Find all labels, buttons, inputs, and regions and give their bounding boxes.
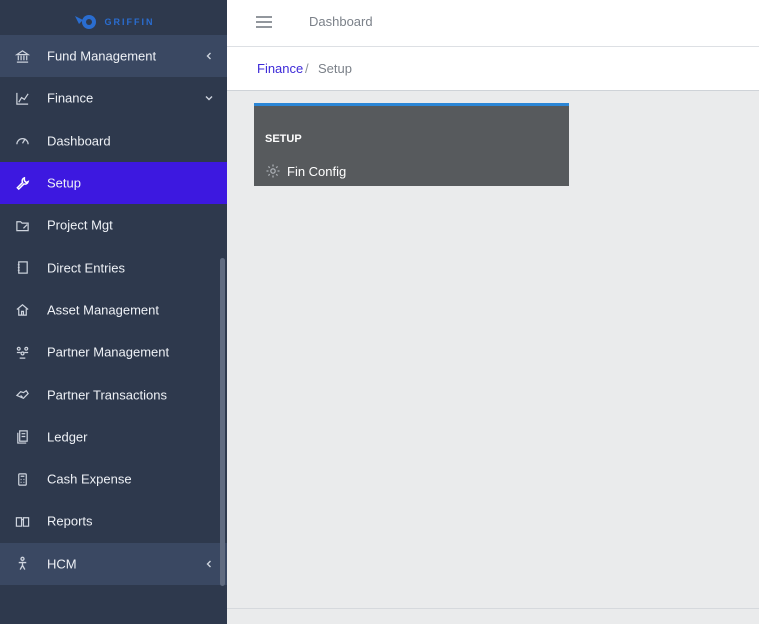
sidebar-item-setup[interactable]: Setup [0,161,227,205]
chevron-left-icon [205,560,213,568]
sidebar-nav: Fund Management Finance Dashboard Setup … [0,35,227,585]
sidebar-item-hcm[interactable]: HCM [0,542,227,585]
calculator-icon [14,471,30,487]
sidebar-item-partner-transactions[interactable]: Partner Transactions [0,373,227,415]
house-icon [14,302,30,318]
sidebar-item-asset-management[interactable]: Asset Management [0,289,227,331]
book-icon [14,513,30,529]
sidebar-item-label: Asset Management [47,302,160,318]
sidebar-item-label: HCM [47,556,77,572]
sidebar-item-label: Finance [47,90,94,106]
breadcrumb-item-finance[interactable]: Finance [257,61,303,76]
sidebar-item-label: Direct Entries [47,260,126,276]
chevron-down-icon [205,94,213,102]
sidebar-item-label: Cash Expense [47,471,132,487]
griffin-logo-icon [74,15,96,29]
sidebar-item-partner-management[interactable]: Partner Management [0,331,227,373]
breadcrumb-item-setup: Setup [318,61,352,76]
person-icon [14,556,30,572]
sidebar: GRIFFIN Fund Management Finance Dashboar… [0,0,227,624]
sidebar-scrollbar[interactable] [220,258,225,586]
footer-divider [227,608,759,609]
fin-config-link[interactable]: Fin Config [265,163,346,179]
brand-logo-text: GRIFFIN [104,17,155,27]
sidebar-item-fund-management[interactable]: Fund Management [0,35,227,78]
folder-icon [14,217,30,233]
sidebar-item-reports[interactable]: Reports [0,500,227,542]
breadcrumb: Finance / Setup [227,47,759,91]
ledger-icon [14,429,30,445]
sidebar-item-finance[interactable]: Finance [0,77,227,119]
sidebar-item-direct-entries[interactable]: Direct Entries [0,246,227,288]
sidebar-item-label: Dashboard [47,133,111,149]
sidebar-item-label: Partner Management [47,344,170,360]
sidebar-item-label: Project Mgt [47,217,113,233]
card-title: SETUP [265,133,302,145]
breadcrumb-separator: / [305,61,309,76]
page-title: Dashboard [309,14,373,29]
sidebar-item-label: Setup [47,175,81,191]
topbar: Dashboard [227,0,759,47]
notebook-icon [14,260,30,276]
handshake-icon [14,387,30,403]
bank-icon [14,48,30,64]
sidebar-item-label: Ledger [47,429,88,445]
setup-card: SETUP Fin Config [254,103,569,186]
sidebar-item-dashboard[interactable]: Dashboard [0,120,227,162]
chevron-left-icon [205,52,213,60]
sidebar-item-label: Partner Transactions [47,387,167,403]
sidebar-item-cash-expense[interactable]: Cash Expense [0,458,227,500]
wrench-icon [14,175,30,191]
sidebar-item-label: Reports [47,513,93,529]
sidebar-item-project-mgt[interactable]: Project Mgt [0,204,227,246]
chart-icon [14,90,30,106]
people-icon [14,344,30,360]
fin-config-label: Fin Config [287,163,347,179]
hamburger-icon[interactable] [255,14,273,30]
sidebar-item-ledger[interactable]: Ledger [0,416,227,458]
gauge-icon [14,133,30,149]
sidebar-item-label: Fund Management [47,48,157,64]
gear-icon [266,164,280,178]
